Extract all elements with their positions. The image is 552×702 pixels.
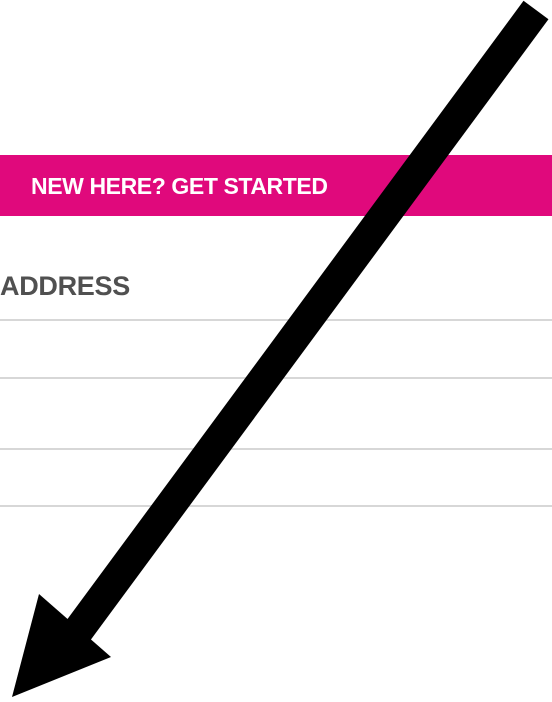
address-field-3[interactable]	[0, 450, 552, 505]
divider	[0, 505, 552, 507]
divider	[0, 448, 552, 450]
arrow-head	[12, 594, 111, 697]
address-heading: ADDRESS	[0, 271, 130, 301]
divider	[0, 319, 552, 321]
address-field-2[interactable]	[0, 379, 552, 448]
divider	[0, 377, 552, 379]
get-started-banner[interactable]: NEW HERE? GET STARTED	[0, 155, 552, 216]
address-field-1[interactable]	[0, 321, 552, 377]
get-started-label: NEW HERE? GET STARTED	[31, 173, 328, 199]
